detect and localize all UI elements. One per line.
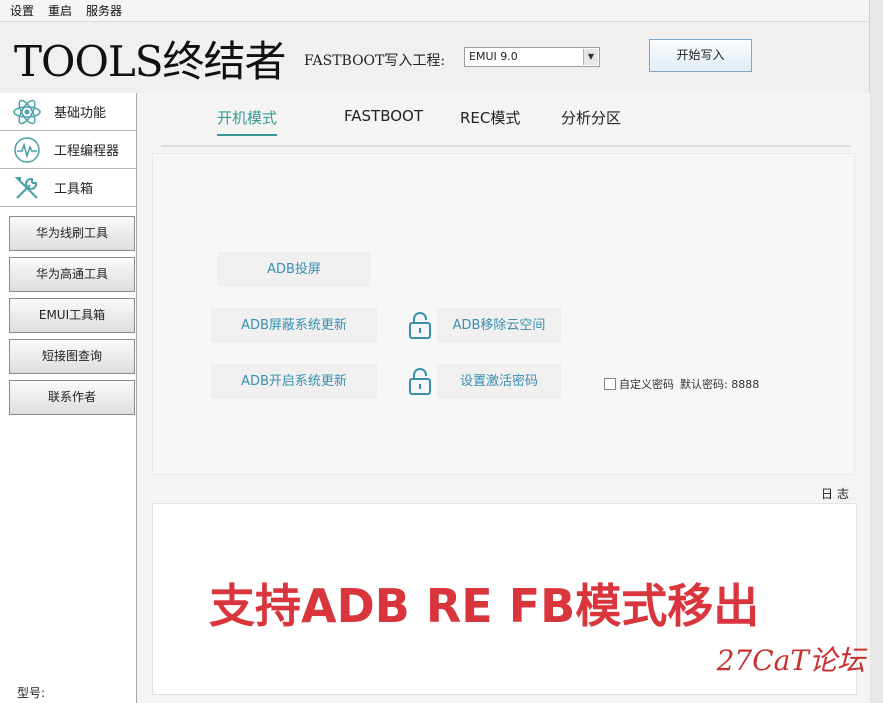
menu-server[interactable]: 服务器 <box>86 2 122 19</box>
contact-author-button[interactable]: 联系作者 <box>9 380 135 415</box>
fastboot-project-label: FASTBOOT写入工程: <box>304 53 446 69</box>
default-password-text: 默认密码: 8888 <box>680 378 760 391</box>
sidebar: 基础功能 工程编程器 工具箱 华为线刷工具 华为高通工具 EMUI工具箱 短接图… <box>0 93 137 703</box>
short-diagram-query-button[interactable]: 短接图查询 <box>9 339 135 374</box>
tab-boot-mode[interactable]: 开机模式 <box>217 107 278 136</box>
tab-rec-mode[interactable]: REC模式 <box>460 107 520 128</box>
tab-fastboot[interactable]: FASTBOOT <box>344 107 423 125</box>
app-logo: TOOLS终结者 <box>14 37 287 86</box>
adb-remove-cloud-button[interactable]: ADB移除云空间 <box>437 308 561 342</box>
tab-analyze-partition[interactable]: 分析分区 <box>561 107 621 128</box>
lock-icon <box>409 312 431 339</box>
tool-button-list: 华为线刷工具 华为高通工具 EMUI工具箱 短接图查询 联系作者 <box>0 210 137 415</box>
custom-password-row: 自定义密码 默认密码: 8888 <box>604 376 759 392</box>
menu-bar: 设置 重启 服务器 <box>0 0 870 22</box>
custom-password-label: 自定义密码 <box>619 378 674 391</box>
sidebar-item-toolbox[interactable]: 工具箱 <box>0 169 136 207</box>
forum-watermark: 27CaT论坛 <box>716 644 865 677</box>
huawei-qualcomm-tool-button[interactable]: 华为高通工具 <box>9 257 135 292</box>
chevron-down-icon[interactable]: ▼ <box>583 49 598 65</box>
boot-mode-panel: ADB投屏 ADB屏蔽系统更新 ADB移除云空间 ADB开启系统更新 设置激活密… <box>152 153 855 475</box>
window-scrollbar[interactable] <box>869 0 883 703</box>
tools-icon <box>14 177 38 199</box>
menu-restart[interactable]: 重启 <box>48 2 72 19</box>
start-write-button[interactable]: 开始写入 <box>649 39 752 72</box>
project-select[interactable]: EMUI 9.0 ▼ <box>464 47 600 67</box>
header: TOOLS终结者 FASTBOOT写入工程: EMUI 9.0 ▼ 开始写入 <box>0 23 870 93</box>
sidebar-item-programmer[interactable]: 工程编程器 <box>0 131 136 169</box>
adb-cast-button[interactable]: ADB投屏 <box>218 252 370 286</box>
adb-block-update-button[interactable]: ADB屏蔽系统更新 <box>211 308 377 342</box>
promo-banner: 支持ADB RE FB模式移出 <box>209 579 760 633</box>
huawei-flash-tool-button[interactable]: 华为线刷工具 <box>9 216 135 251</box>
menu-settings[interactable]: 设置 <box>10 2 34 19</box>
adb-enable-update-button[interactable]: ADB开启系统更新 <box>211 364 377 398</box>
waveform-icon <box>14 137 40 163</box>
sidebar-item-basic[interactable]: 基础功能 <box>0 93 136 131</box>
project-select-value: EMUI 9.0 <box>469 50 518 63</box>
log-title: 日志 <box>820 487 853 501</box>
sidebar-item-label: 工程编程器 <box>54 144 120 159</box>
set-activation-password-button[interactable]: 设置激活密码 <box>437 364 561 398</box>
main-content: 开机模式 FASTBOOT REC模式 分析分区 ADB投屏 ADB屏蔽系统更新… <box>137 93 870 703</box>
sidebar-item-label: 基础功能 <box>54 106 107 121</box>
custom-password-checkbox[interactable] <box>604 378 616 390</box>
model-label: 型号: <box>17 686 46 700</box>
emui-toolbox-button[interactable]: EMUI工具箱 <box>9 298 135 333</box>
lock-icon <box>409 368 431 395</box>
sidebar-item-label: 工具箱 <box>54 182 94 197</box>
react-atom-icon <box>13 99 41 125</box>
tab-bar: 开机模式 FASTBOOT REC模式 分析分区 <box>161 99 851 147</box>
